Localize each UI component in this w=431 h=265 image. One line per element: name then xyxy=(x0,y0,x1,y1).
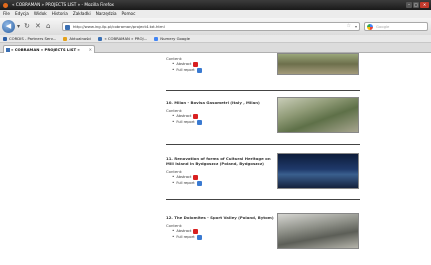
menu-tools[interactable]: Narzędzia xyxy=(96,10,117,18)
bookmark-icon xyxy=(3,36,7,41)
bullet: • xyxy=(172,119,175,124)
fullreport-label[interactable]: Full report xyxy=(176,180,194,186)
bookmark-label: « COBRAMAN » PROJ... xyxy=(104,35,148,41)
bookmark-star-icon[interactable]: ☆ xyxy=(347,23,351,30)
page-content: Content: • Abstract • Full report 10. Mila… xyxy=(0,53,431,265)
project-thumbnail[interactable] xyxy=(277,213,359,249)
bookmarks-toolbar: CORDIS - Partners Serv... Aktualności « … xyxy=(0,35,431,43)
menu-view[interactable]: Widok xyxy=(34,10,47,18)
bullet: • xyxy=(172,234,175,239)
bookmark-news[interactable]: Aktualności xyxy=(63,35,91,42)
fullreport-label[interactable]: Full report xyxy=(176,67,194,73)
document-icon[interactable] xyxy=(196,180,202,186)
site-favicon xyxy=(65,24,70,30)
rss-icon xyxy=(63,36,68,41)
document-icon[interactable] xyxy=(196,234,202,240)
url-text[interactable]: http://www.ing.ilp.pl/cobraman/project4.… xyxy=(73,23,165,30)
tab-favicon xyxy=(6,47,10,52)
reload-icon[interactable]: ↻ xyxy=(24,22,30,31)
firefox-icon xyxy=(3,2,8,8)
home-icon[interactable]: ⌂ xyxy=(46,22,50,31)
project-title: 11. Renovation of forms of Cultural Heri… xyxy=(166,156,271,166)
menu-file[interactable]: File xyxy=(3,10,10,18)
bookmark-cobraman[interactable]: « COBRAMAN » PROJ... xyxy=(98,35,147,42)
url-dropdown-icon[interactable]: ▾ xyxy=(355,23,357,30)
bookmark-label: Numery Google xyxy=(160,35,190,41)
bookmark-google[interactable]: Numery Google xyxy=(154,35,190,42)
dropdown-arrow-icon[interactable]: ▾ xyxy=(17,22,20,31)
pdf-icon[interactable] xyxy=(193,61,199,67)
menu-bar: File Edycja Widok Historia Zakładki Narz… xyxy=(0,10,431,18)
menu-help[interactable]: Pomoc xyxy=(122,10,136,18)
window-title: « COBRAMAN » PROJECTS LIST » - Mozilla F… xyxy=(12,2,114,7)
minimize-button[interactable]: – xyxy=(406,1,412,8)
google-icon xyxy=(367,24,373,30)
separator xyxy=(166,144,360,145)
maximize-button[interactable]: □ xyxy=(413,1,419,8)
menu-bookmarks[interactable]: Zakładki xyxy=(73,10,91,18)
menu-history[interactable]: Historia xyxy=(52,10,68,18)
stop-icon[interactable]: ✕ xyxy=(35,22,41,31)
close-window-button[interactable]: ✕ xyxy=(420,1,429,8)
project-thumbnail[interactable] xyxy=(277,97,359,133)
tab-strip: « COBRAMAN » PROJECTS LIST » ✕ xyxy=(0,43,431,53)
bullet: • xyxy=(172,180,175,185)
fullreport-label[interactable]: Full report xyxy=(176,119,194,125)
separator xyxy=(166,90,360,91)
tab-cobraman[interactable]: « COBRAMAN » PROJECTS LIST » ✕ xyxy=(3,45,95,53)
fullreport-label[interactable]: Full report xyxy=(176,234,194,240)
pdf-icon[interactable] xyxy=(193,113,199,119)
bookmark-label: CORDIS - Partners Serv... xyxy=(9,35,57,41)
pdf-icon[interactable] xyxy=(193,228,199,234)
back-button[interactable]: ◀ xyxy=(2,20,15,33)
pdf-icon[interactable] xyxy=(193,174,199,180)
search-box[interactable]: Google xyxy=(364,22,428,31)
menu-edit[interactable]: Edycja xyxy=(15,10,29,18)
window-title-bar: « COBRAMAN » PROJECTS LIST » - Mozilla F… xyxy=(0,0,431,10)
navigation-toolbar: ◀ ▾ ↻ ✕ ⌂ http://www.ing.ilp.pl/cobraman… xyxy=(0,18,431,35)
project-thumbnail[interactable] xyxy=(277,153,359,189)
bookmark-cordis[interactable]: CORDIS - Partners Serv... xyxy=(3,35,56,42)
window-controls: – □ ✕ xyxy=(406,1,429,8)
bookmark-icon xyxy=(98,36,103,41)
separator xyxy=(166,199,360,200)
google-icon xyxy=(154,36,159,41)
search-placeholder: Google xyxy=(376,24,390,29)
document-icon[interactable] xyxy=(196,119,202,125)
close-tab-icon[interactable]: ✕ xyxy=(89,46,92,53)
document-icon[interactable] xyxy=(196,67,202,73)
address-bar[interactable]: http://www.ing.ilp.pl/cobraman/project4.… xyxy=(62,22,360,31)
tab-label: « COBRAMAN » PROJECTS LIST » xyxy=(11,47,80,52)
bookmark-label: Aktualności xyxy=(69,35,92,41)
project-thumbnail[interactable] xyxy=(277,53,359,75)
bullet: • xyxy=(172,67,175,72)
